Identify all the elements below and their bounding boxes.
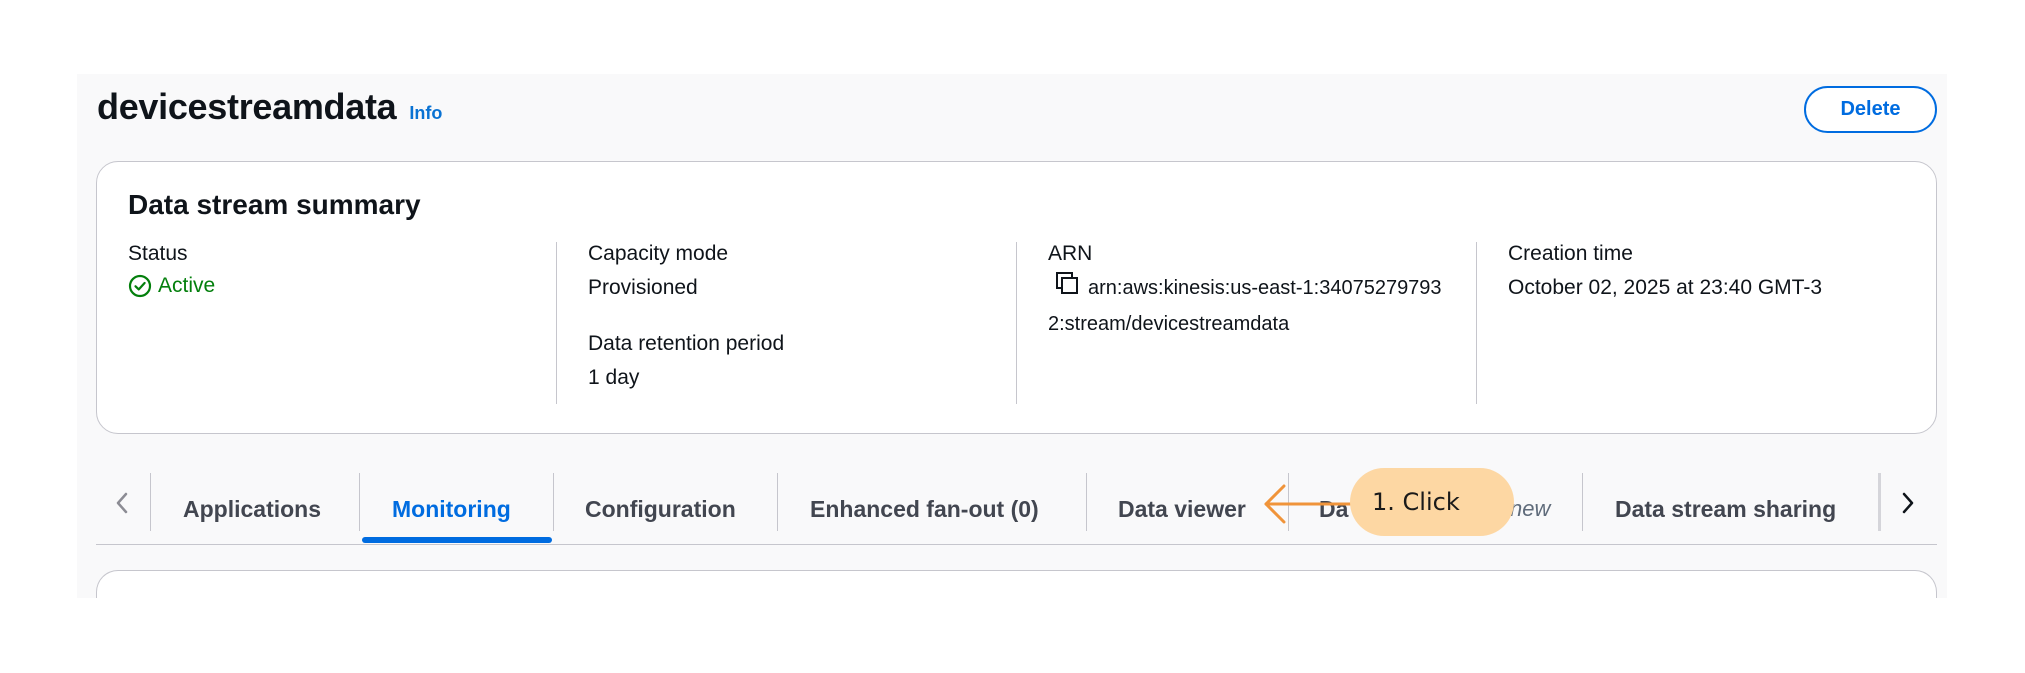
arn-label: ARN	[1048, 242, 1093, 265]
retention-label: Data retention period	[588, 332, 785, 355]
arn-column: ARN arn:aws:kinesis:us-east-1:3407527979…	[1048, 240, 1468, 405]
status-value: Active	[128, 272, 528, 300]
capacity-mode-label: Capacity mode	[588, 242, 729, 265]
annotation-callout: 1. Click	[1350, 468, 1514, 536]
tab-separator	[553, 473, 554, 531]
column-divider	[556, 242, 557, 404]
capacity-mode-value: Provisioned	[588, 276, 698, 299]
chevron-left-icon	[116, 492, 128, 514]
retention-value: 1 day	[588, 366, 640, 389]
tab-applications[interactable]: Applications	[183, 473, 321, 545]
callout-arrow-icon	[1264, 484, 1354, 524]
info-link[interactable]: Info	[409, 103, 442, 124]
tab-data-viewer[interactable]: Data viewer	[1118, 473, 1246, 545]
tab-data-stream-sharing[interactable]: Data stream sharing	[1615, 473, 1836, 545]
creation-column: Creation time October 02, 2025 at 23:40 …	[1508, 240, 1908, 405]
tab-configuration[interactable]: Configuration	[585, 473, 736, 545]
delete-button[interactable]: Delete	[1804, 86, 1937, 133]
tab-separator	[1582, 473, 1583, 531]
creation-time-label: Creation time	[1508, 242, 1633, 265]
tab-monitoring[interactable]: Monitoring	[392, 473, 511, 545]
check-circle-icon	[128, 274, 152, 298]
status-label: Status	[128, 242, 188, 265]
creation-time-value: October 02, 2025 at 23:40 GMT-3	[1508, 276, 1823, 299]
tab-enhanced-fan-out[interactable]: Enhanced fan-out (0)	[810, 473, 1039, 545]
status-column: Status Active	[128, 240, 528, 405]
tab-separator	[150, 473, 151, 531]
tab-separator	[1878, 473, 1881, 531]
capacity-column: Capacity mode Provisioned Data retention…	[588, 240, 988, 405]
page-header: devicestreamdata Info	[97, 86, 442, 128]
tabs-underline	[96, 544, 1937, 545]
status-text: Active	[158, 274, 216, 297]
data-stream-summary-card: Data stream summary Status Active Capaci…	[96, 161, 1937, 434]
page-title: devicestreamdata	[97, 86, 397, 127]
new-label: new	[1510, 496, 1551, 521]
new-badge: new	[1510, 473, 1550, 545]
chevron-right-icon	[1902, 492, 1914, 514]
tab-separator	[1086, 473, 1087, 531]
tabs-scroll-right-button[interactable]	[1893, 488, 1923, 518]
column-divider	[1476, 242, 1477, 404]
summary-title: Data stream summary	[128, 189, 421, 220]
arn-value: arn:aws:kinesis:us-east-1:340752797932:s…	[1048, 276, 1442, 335]
page-bottom-area	[0, 598, 2025, 673]
column-divider	[1016, 242, 1017, 404]
tab-separator	[777, 473, 778, 531]
copy-icon[interactable]	[1054, 270, 1080, 307]
tab-separator	[359, 473, 360, 531]
tabs-scroll-left-button[interactable]	[107, 488, 137, 518]
arn-value-wrapper: arn:aws:kinesis:us-east-1:340752797932:s…	[1048, 270, 1443, 341]
active-tab-indicator	[362, 537, 552, 543]
